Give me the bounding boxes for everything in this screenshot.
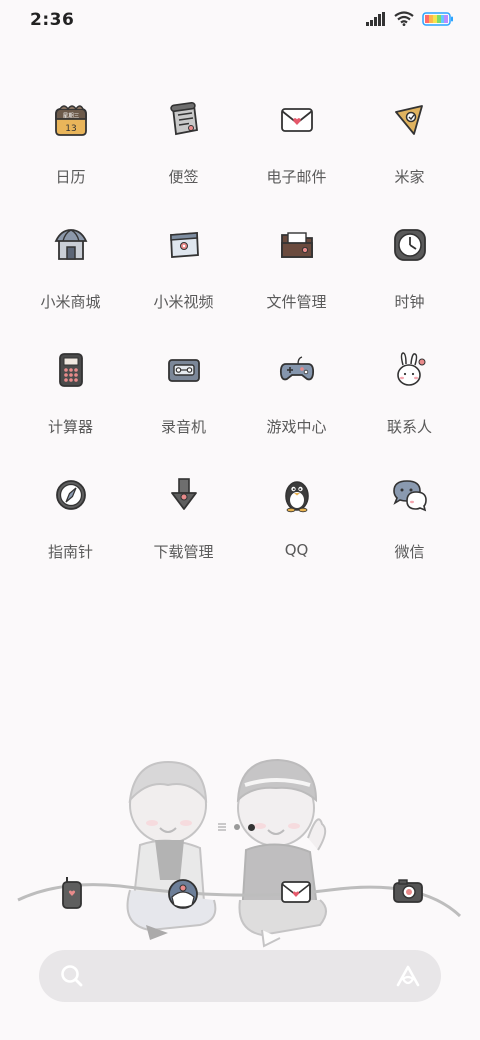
app-label: 录音机 [160, 418, 206, 436]
phone-icon[interactable] [54, 874, 90, 910]
calculator-icon [59, 353, 83, 387]
clock-icon [394, 229, 426, 261]
qq-penguin-icon [285, 481, 309, 513]
menu-lines-icon [218, 823, 226, 831]
app-notes[interactable]: 便签 [127, 100, 240, 210]
app-game-center[interactable]: 游戏中心 [240, 350, 353, 460]
gamepad-icon [279, 356, 315, 381]
app-contacts[interactable]: 联系人 [353, 350, 466, 460]
app-mijia[interactable]: 米家 [353, 100, 466, 210]
app-label: 便签 [168, 168, 199, 186]
notes-icon [170, 101, 198, 136]
app-label: 文件管理 [266, 293, 327, 311]
app-wechat[interactable]: 微信 [353, 475, 466, 585]
battery-icon [422, 11, 453, 26]
messages-icon[interactable] [278, 873, 314, 909]
wifi-icon [394, 11, 414, 26]
recorder-icon [168, 359, 200, 382]
app-label: 微信 [394, 543, 425, 561]
app-label: 计算器 [47, 418, 93, 436]
app-calendar[interactable]: 星期三 13 日历 [14, 100, 127, 210]
status-bar: 2:36 [0, 0, 480, 42]
camera-icon[interactable] [390, 873, 426, 909]
app-label: 指南针 [47, 543, 93, 561]
signal-icon [366, 11, 385, 26]
browser-icon[interactable] [165, 875, 201, 911]
download-icon [171, 478, 197, 510]
app-row: 星期三 13 日历 便签 电子邮件 米家 [0, 100, 480, 210]
folder-icon [281, 232, 313, 258]
app-label: 小米视频 [153, 293, 214, 311]
xiao-ai-assistant-icon[interactable] [395, 963, 421, 989]
app-calculator[interactable]: 计算器 [14, 350, 127, 460]
page-dot-active[interactable] [248, 823, 255, 831]
app-row: 计算器 录音机 游戏中心 联系人 [0, 350, 480, 460]
app-email[interactable]: 电子邮件 [240, 100, 353, 210]
app-label: 电子邮件 [266, 168, 327, 186]
svg-text:星期三: 星期三 [63, 113, 80, 120]
app-label: 联系人 [386, 418, 432, 436]
app-recorder[interactable]: 录音机 [127, 350, 240, 460]
mijia-icon [395, 105, 423, 135]
wechat-icon [393, 480, 427, 512]
app-label: 游戏中心 [266, 418, 327, 436]
dock [0, 860, 480, 930]
app-download-manager[interactable]: 下载管理 [127, 475, 240, 585]
app-row: 指南针 下载管理 QQ 微信 [0, 475, 480, 585]
app-clock[interactable]: 时钟 [353, 225, 466, 335]
app-compass[interactable]: 指南针 [14, 475, 127, 585]
app-label: QQ [284, 541, 309, 559]
app-label: 下载管理 [153, 543, 214, 561]
search-bar[interactable] [39, 950, 441, 1002]
app-label: 日历 [55, 168, 86, 186]
app-label: 时钟 [394, 293, 425, 311]
app-label: 小米商城 [40, 293, 101, 311]
calendar-icon: 星期三 13 [55, 105, 87, 136]
app-mi-video[interactable]: 小米视频 [127, 225, 240, 335]
page-indicator[interactable] [218, 823, 255, 831]
status-icons [366, 11, 454, 26]
svg-text:13: 13 [65, 124, 76, 134]
search-icon [61, 965, 83, 987]
app-label: 米家 [394, 168, 425, 186]
app-file-manager[interactable]: 文件管理 [240, 225, 353, 335]
page-dot[interactable] [234, 824, 240, 830]
status-time: 2:36 [30, 10, 75, 30]
compass-icon [56, 480, 86, 510]
mail-icon [281, 108, 313, 132]
video-icon [170, 232, 199, 258]
app-row: 小米商城 小米视频 文件管理 时钟 [0, 225, 480, 335]
contacts-icon [397, 352, 426, 386]
app-mi-store[interactable]: 小米商城 [14, 225, 127, 335]
store-icon [54, 229, 88, 260]
app-qq[interactable]: QQ [240, 475, 353, 585]
